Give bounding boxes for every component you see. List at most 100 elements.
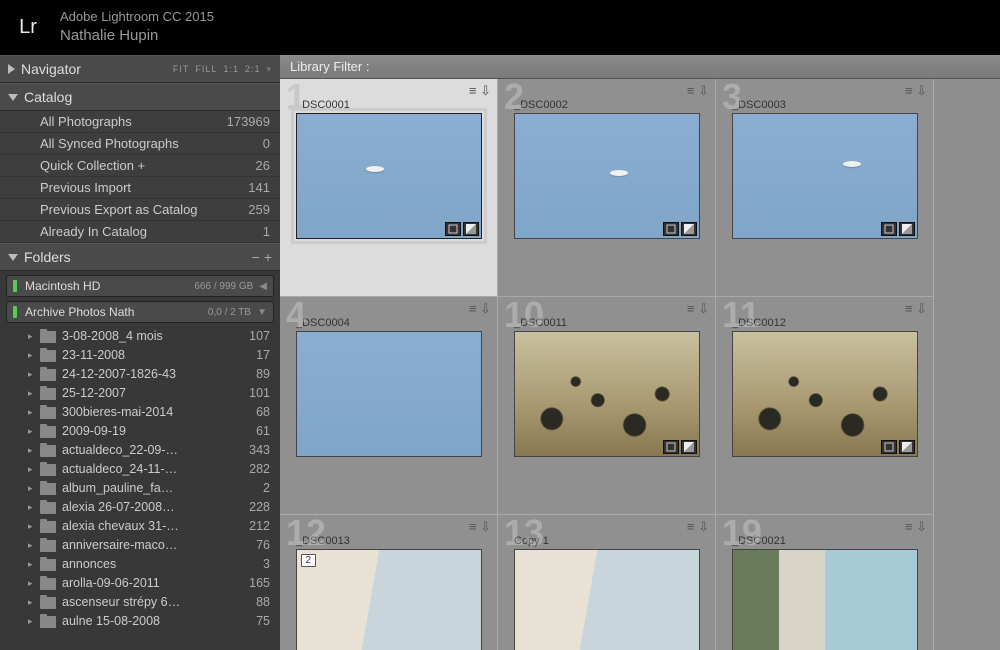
- folder-icon: [40, 559, 56, 571]
- catalog-item[interactable]: All Photographs173969: [0, 111, 280, 133]
- disclosure-triangle-icon[interactable]: ▸: [28, 613, 38, 630]
- disclosure-triangle-icon[interactable]: ▸: [28, 461, 38, 478]
- folder-count: 76: [256, 537, 270, 554]
- disclosure-triangle-icon[interactable]: ▸: [28, 385, 38, 402]
- thumbnail[interactable]: [514, 331, 700, 457]
- disclosure-triangle-icon[interactable]: ▸: [28, 480, 38, 497]
- volume-bar[interactable]: Archive Photos Nath0,0 / 2 TB▼: [6, 301, 274, 323]
- crop-badge-icon[interactable]: [881, 222, 897, 236]
- disclosure-triangle-icon[interactable]: ▸: [28, 575, 38, 592]
- stack-badge[interactable]: 2: [301, 554, 317, 567]
- folder-item[interactable]: ▸arolla-09-06-2011165: [0, 574, 280, 593]
- folder-name: 300bieres-mai-2014: [62, 404, 250, 421]
- develop-badge-icon[interactable]: [899, 440, 915, 454]
- nav-2to1[interactable]: 2:1: [245, 64, 261, 75]
- grid-cell[interactable]: 4 ≡ ⇩ _DSC0004: [280, 297, 498, 515]
- crop-badge-icon[interactable]: [663, 440, 679, 454]
- catalog-panel-header[interactable]: Catalog: [0, 83, 280, 111]
- grid-cell[interactable]: 19 ≡ ⇩ _DSC0021: [716, 515, 934, 650]
- folder-count: 17: [256, 347, 270, 364]
- folder-item[interactable]: ▸ anniversaire-maco… 76: [0, 536, 280, 555]
- catalog-item[interactable]: All Synced Photographs0: [0, 133, 280, 155]
- disclosure-triangle-icon[interactable]: ▸: [28, 328, 38, 345]
- grid-cell[interactable]: 10 ≡ ⇩ _DSC0011: [498, 297, 716, 515]
- disclosure-triangle-icon[interactable]: ▸: [28, 594, 38, 611]
- disclosure-triangle-icon[interactable]: ▸: [28, 442, 38, 459]
- catalog-item[interactable]: Already In Catalog1: [0, 221, 280, 243]
- nav-fill[interactable]: FILL: [195, 64, 217, 75]
- disclosure-triangle-icon[interactable]: ▸: [28, 499, 38, 516]
- grid-cell[interactable]: 3 ≡ ⇩ _DSC0003: [716, 79, 934, 297]
- cell-flag-icons[interactable]: ≡ ⇩: [469, 519, 491, 535]
- catalog-item[interactable]: Previous Export as Catalog259: [0, 199, 280, 221]
- thumbnail[interactable]: [514, 113, 700, 239]
- thumbnail[interactable]: [296, 331, 482, 457]
- folder-item[interactable]: ▸alexia chevaux 31-…212: [0, 517, 280, 536]
- thumbnail[interactable]: [732, 331, 918, 457]
- volume-name: Archive Photos Nath: [25, 305, 134, 319]
- volume-bar[interactable]: Macintosh HD666 / 999 GB◀: [6, 275, 274, 297]
- cell-flag-icons[interactable]: ≡ ⇩: [687, 83, 709, 99]
- catalog-item[interactable]: Previous Import141: [0, 177, 280, 199]
- grid-cell[interactable]: 11 ≡ ⇩ _DSC0012: [716, 297, 934, 515]
- add-folder-icon[interactable]: +: [264, 249, 272, 265]
- folder-item[interactable]: ▸24-12-2007-1826-4389: [0, 365, 280, 384]
- grid-cell[interactable]: 1 ≡ ⇩ _DSC0001: [280, 79, 498, 297]
- folder-name: 2009-09-19: [62, 423, 250, 440]
- develop-badge-icon[interactable]: [681, 440, 697, 454]
- cell-flag-icons[interactable]: ≡ ⇩: [469, 83, 491, 99]
- grid-cell[interactable]: 13 ≡ ⇩ Copy 1: [498, 515, 716, 650]
- thumbnail[interactable]: [732, 113, 918, 239]
- thumbnail[interactable]: [296, 113, 482, 239]
- nav-1to1[interactable]: 1:1: [223, 64, 239, 75]
- folder-item[interactable]: ▸actualdeco_22-09-…343: [0, 441, 280, 460]
- disclosure-triangle-icon[interactable]: ▸: [28, 347, 38, 364]
- disclosure-triangle-icon[interactable]: ▸: [28, 537, 38, 554]
- crop-badge-icon[interactable]: [445, 222, 461, 236]
- folder-item[interactable]: ▸23-11-200817: [0, 346, 280, 365]
- folder-item[interactable]: ▸album_pauline_fa…2: [0, 479, 280, 498]
- folder-item[interactable]: ▸300bieres-mai-201468: [0, 403, 280, 422]
- disclosure-triangle-icon[interactable]: ▸: [28, 404, 38, 421]
- folder-item[interactable]: ▸alexia 26-07-2008…228: [0, 498, 280, 517]
- folder-name: anniversaire-maco…: [62, 537, 250, 554]
- develop-badge-icon[interactable]: [463, 222, 479, 236]
- cell-flag-icons[interactable]: ≡ ⇩: [687, 519, 709, 535]
- volume-disclosure-icon[interactable]: ◀: [259, 281, 267, 292]
- develop-badge-icon[interactable]: [681, 222, 697, 236]
- catalog-item-count: 173969: [227, 114, 270, 129]
- folders-panel-header[interactable]: Folders − +: [0, 243, 280, 271]
- remove-folder-icon[interactable]: −: [252, 249, 260, 265]
- thumbnail[interactable]: [514, 549, 700, 650]
- folder-item[interactable]: ▸annonces3: [0, 555, 280, 574]
- chevron-down-icon[interactable]: ▾: [266, 64, 272, 75]
- disclosure-triangle-icon[interactable]: ▸: [28, 518, 38, 535]
- disclosure-triangle-icon[interactable]: ▸: [28, 366, 38, 383]
- library-filter-bar[interactable]: Library Filter :: [280, 55, 1000, 79]
- nav-fit[interactable]: FIT: [173, 64, 190, 75]
- cell-flag-icons[interactable]: ≡ ⇩: [905, 301, 927, 317]
- folder-item[interactable]: ▸25-12-2007101: [0, 384, 280, 403]
- cell-flag-icons[interactable]: ≡ ⇩: [905, 519, 927, 535]
- folder-item[interactable]: ▸actualdeco_24-11-…282: [0, 460, 280, 479]
- grid-cell[interactable]: 12 ≡ ⇩ _DSC0013 2: [280, 515, 498, 650]
- folder-item[interactable]: ▸aulne 15-08-200875: [0, 612, 280, 631]
- cell-flag-icons[interactable]: ≡ ⇩: [469, 301, 491, 317]
- folder-item[interactable]: ▸ascenseur strépy 6…88: [0, 593, 280, 612]
- grid-cell[interactable]: 2 ≡ ⇩ _DSC0002: [498, 79, 716, 297]
- cell-flag-icons[interactable]: ≡ ⇩: [687, 301, 709, 317]
- develop-badge-icon[interactable]: [899, 222, 915, 236]
- thumbnail[interactable]: 2: [296, 549, 482, 650]
- volume-disclosure-icon[interactable]: ▼: [257, 307, 267, 318]
- crop-badge-icon[interactable]: [881, 440, 897, 454]
- thumbnail-grid: 1 ≡ ⇩ _DSC0001 2 ≡ ⇩ _DSC0002 3 ≡ ⇩ _DSC…: [280, 79, 1000, 650]
- thumbnail[interactable]: [732, 549, 918, 650]
- crop-badge-icon[interactable]: [663, 222, 679, 236]
- catalog-item[interactable]: Quick Collection +26: [0, 155, 280, 177]
- folder-item[interactable]: ▸2009-09-1961: [0, 422, 280, 441]
- cell-flag-icons[interactable]: ≡ ⇩: [905, 83, 927, 99]
- disclosure-triangle-icon[interactable]: ▸: [28, 556, 38, 573]
- navigator-panel-header[interactable]: Navigator FIT FILL 1:1 2:1 ▾: [0, 55, 280, 83]
- disclosure-triangle-icon[interactable]: ▸: [28, 423, 38, 440]
- folder-item[interactable]: ▸3-08-2008_4 mois107: [0, 327, 280, 346]
